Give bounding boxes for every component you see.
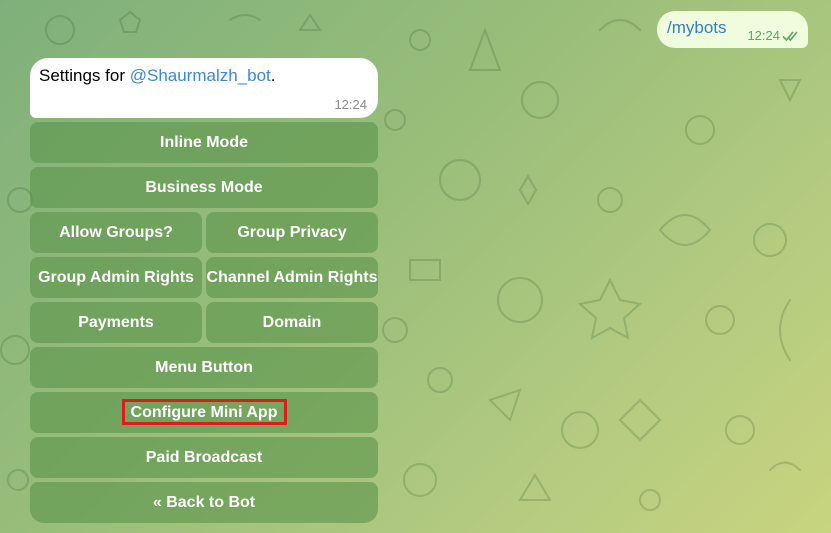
keyboard-row: Inline Mode (30, 122, 378, 163)
menu-button-button[interactable]: Menu Button (30, 347, 378, 388)
bot-username-link[interactable]: @Shaurmalzh_bot (130, 66, 271, 85)
domain-button[interactable]: Domain (206, 302, 378, 343)
double-check-icon (782, 30, 798, 41)
incoming-message-time: 12:24 (334, 97, 367, 112)
incoming-message-text: Settings for @Shaurmalzh_bot. (39, 66, 276, 86)
incoming-message-prefix: Settings for (39, 66, 130, 85)
keyboard-row: Allow Groups? Group Privacy (30, 212, 378, 253)
outgoing-message-time: 12:24 (747, 28, 780, 43)
keyboard-row: Menu Button (30, 347, 378, 388)
group-admin-rights-button[interactable]: Group Admin Rights (30, 257, 202, 298)
keyboard-row: Paid Broadcast (30, 437, 378, 478)
payments-button[interactable]: Payments (30, 302, 202, 343)
configure-mini-app-button[interactable]: Configure Mini App (30, 392, 378, 433)
keyboard-row: Configure Mini App (30, 392, 378, 433)
back-to-bot-button[interactable]: « Back to Bot (30, 482, 378, 523)
outgoing-message[interactable]: /mybots 12:24 (657, 11, 808, 48)
incoming-message-suffix: . (270, 66, 276, 85)
inline-mode-button[interactable]: Inline Mode (30, 122, 378, 163)
keyboard-row: Payments Domain (30, 302, 378, 343)
channel-admin-rights-button[interactable]: Channel Admin Rights (206, 257, 378, 298)
keyboard-row: « Back to Bot (30, 482, 378, 523)
business-mode-button[interactable]: Business Mode (30, 167, 378, 208)
inline-keyboard: Inline Mode Business Mode Allow Groups? … (30, 122, 378, 527)
allow-groups-button[interactable]: Allow Groups? (30, 212, 202, 253)
configure-mini-app-label: Configure Mini App (130, 403, 278, 421)
outgoing-message-text: /mybots (667, 18, 727, 37)
group-privacy-button[interactable]: Group Privacy (206, 212, 378, 253)
incoming-message[interactable]: Settings for @Shaurmalzh_bot. 12:24 (30, 58, 378, 118)
paid-broadcast-button[interactable]: Paid Broadcast (30, 437, 378, 478)
keyboard-row: Business Mode (30, 167, 378, 208)
keyboard-row: Group Admin Rights Channel Admin Rights (30, 257, 378, 298)
outgoing-message-meta: 12:24 (747, 28, 800, 43)
